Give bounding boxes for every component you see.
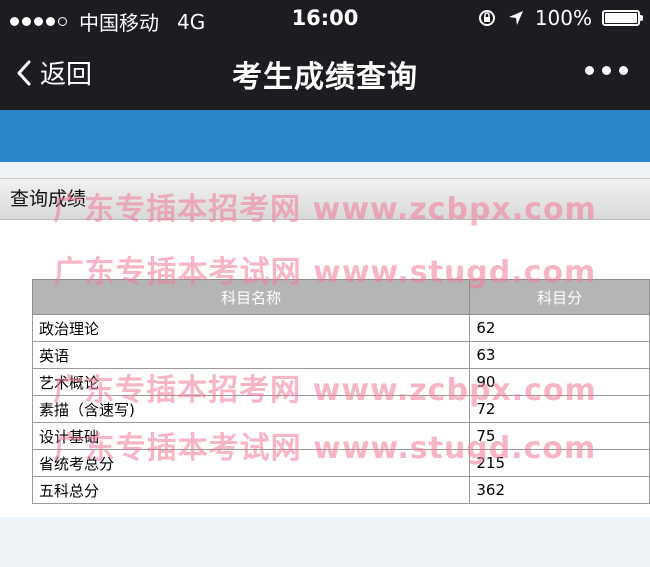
more-dots-icon bbox=[585, 66, 594, 75]
subject-name: 艺术概论 bbox=[31, 368, 471, 396]
table-row: 艺术概论 90 bbox=[31, 368, 650, 396]
status-bar: 中国移动 4G 16:00 100% bbox=[0, 0, 650, 36]
page-bottom bbox=[0, 517, 650, 567]
table-row: 素描（含速写) 72 bbox=[31, 395, 650, 423]
battery-icon bbox=[602, 10, 643, 26]
subject-name: 英语 bbox=[31, 341, 471, 369]
subject-name: 素描（含速写) bbox=[31, 395, 471, 423]
more-button[interactable] bbox=[585, 66, 628, 75]
table-row: 设计基础 75 bbox=[31, 422, 650, 450]
subject-name: 政治理论 bbox=[31, 314, 471, 342]
header-subject: 科目名称 bbox=[31, 279, 471, 315]
header-banner bbox=[0, 110, 650, 162]
subject-score: 362 bbox=[469, 476, 650, 504]
status-right: 100% bbox=[477, 6, 643, 30]
table-header-row: 科目名称 科目分 bbox=[31, 279, 650, 315]
subject-score: 62 bbox=[469, 314, 650, 342]
subject-name: 五科总分 bbox=[31, 476, 471, 504]
table-row: 五科总分 362 bbox=[31, 476, 650, 504]
subject-name: 省统考总分 bbox=[31, 449, 471, 477]
table-row: 政治理论 62 bbox=[31, 314, 650, 342]
nav-bar: 返回 考生成绩查询 bbox=[0, 36, 650, 110]
battery-percent: 100% bbox=[534, 6, 592, 30]
orientation-lock-icon bbox=[478, 10, 495, 26]
score-table: 科目名称 科目分 政治理论 62 英语 63 艺术概论 90 素描（含速写) 7… bbox=[31, 279, 650, 504]
header-score: 科目分 bbox=[469, 279, 650, 315]
location-arrow-icon bbox=[508, 11, 523, 25]
subject-score: 90 bbox=[469, 368, 650, 396]
subject-score: 75 bbox=[469, 422, 650, 450]
page-title: 考生成绩查询 bbox=[232, 60, 418, 95]
subject-score: 215 bbox=[469, 449, 650, 477]
subject-score: 72 bbox=[469, 395, 650, 423]
table-row: 英语 63 bbox=[31, 341, 650, 369]
table-row: 省统考总分 215 bbox=[31, 449, 650, 477]
panel-title: 查询成绩 bbox=[0, 179, 650, 220]
subject-name: 设计基础 bbox=[31, 422, 471, 450]
subject-score: 63 bbox=[469, 341, 650, 369]
